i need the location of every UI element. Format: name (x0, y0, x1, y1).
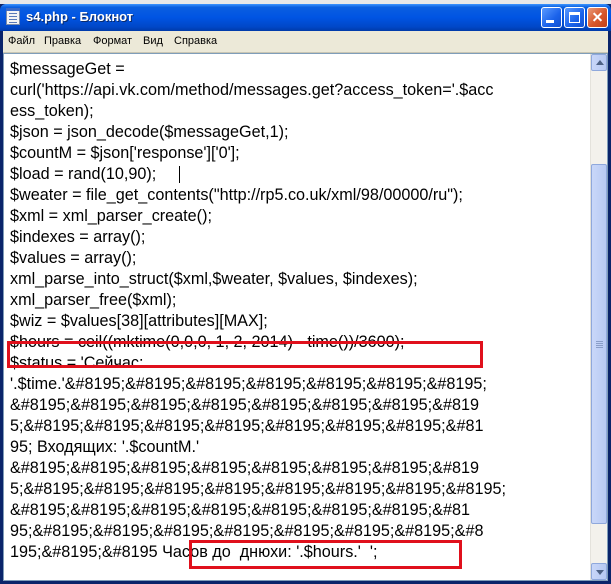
grip-line (596, 341, 603, 342)
window-title: s4.php - Блокнот (26, 9, 134, 24)
arrow-down-icon (596, 570, 604, 575)
code-line: '.$time.'&#8195;&#8195;&#8195;&#8195;&#8… (10, 375, 487, 393)
code-line: &#8195;&#8195;&#8195;&#8195;&#8195;&#819… (10, 396, 479, 414)
menu-edit[interactable]: Правка (44, 35, 81, 47)
code-line: $xml = xml_parser_create(); (10, 207, 212, 225)
highlight-box-status (189, 540, 462, 569)
code-line: ess_token); (10, 102, 94, 120)
code-line: 5;&#8195;&#8195;&#8195;&#8195;&#8195;&#8… (10, 417, 484, 435)
arrow-up-icon (596, 60, 604, 65)
grip-line (596, 347, 603, 348)
text-editor[interactable]: $messageGet = curl('https://api.vk.com/m… (4, 54, 590, 580)
vertical-scrollbar[interactable] (590, 54, 607, 580)
grip-line (596, 345, 603, 346)
code-line: $indexes = array(); (10, 228, 146, 246)
minimize-icon (546, 20, 554, 23)
notepad-window: s4.php - Блокнот Файл Правка Формат Вид … (0, 4, 611, 584)
code-line: curl('https://api.vk.com/method/messages… (10, 81, 494, 99)
text-caret (179, 166, 180, 183)
maximize-icon (569, 12, 580, 23)
code-line: xml_parser_free($xml); (10, 291, 177, 309)
menu-help[interactable]: Справка (174, 35, 217, 47)
code-line: $values = array(); (10, 249, 137, 267)
scroll-up-button[interactable] (591, 54, 607, 71)
menu-format[interactable]: Формат (93, 35, 132, 47)
code-line: &#8195;&#8195;&#8195;&#8195;&#8195;&#819… (10, 459, 479, 477)
code-line: 95;&#8195;&#8195;&#8195;&#8195;&#8195;&#… (10, 522, 484, 540)
close-icon (588, 8, 607, 27)
code-line: $messageGet = (10, 60, 125, 78)
editor-area[interactable]: $messageGet = curl('https://api.vk.com/m… (3, 53, 608, 581)
code-line: $countM = $json['response']['0']; (10, 144, 240, 162)
close-button[interactable] (587, 7, 608, 28)
grip-line (596, 343, 603, 344)
maximize-button[interactable] (564, 7, 585, 28)
code-line-start: 195;&#8195;&#8195 (10, 543, 158, 561)
menu-file[interactable]: Файл (8, 35, 35, 47)
code-line: $json = json_decode($messageGet,1); (10, 123, 289, 141)
notepad-icon[interactable] (6, 8, 20, 25)
scroll-down-button[interactable] (591, 563, 607, 580)
menu-bar: Файл Правка Формат Вид Справка (3, 31, 608, 53)
highlight-box-hours (7, 341, 483, 368)
minimize-button[interactable] (541, 7, 562, 28)
scroll-thumb[interactable] (591, 164, 607, 524)
code-line: 95; Входящих: '.$countM.' (10, 438, 200, 456)
code-line: $load = rand(10,90); (10, 165, 157, 183)
menu-view[interactable]: Вид (143, 35, 163, 47)
code-line: &#8195;&#8195;&#8195;&#8195;&#8195;&#819… (10, 501, 470, 519)
title-bar[interactable]: s4.php - Блокнот (0, 4, 611, 31)
code-line: xml_parse_into_struct($xml,$weater, $val… (10, 270, 418, 288)
code-line: $wiz = $values[38][attributes][MAX]; (10, 312, 268, 330)
code-line: 5;&#8195;&#8195;&#8195;&#8195;&#8195;&#8… (10, 480, 506, 498)
code-line: $weater = file_get_contents("http://rp5.… (10, 186, 463, 204)
